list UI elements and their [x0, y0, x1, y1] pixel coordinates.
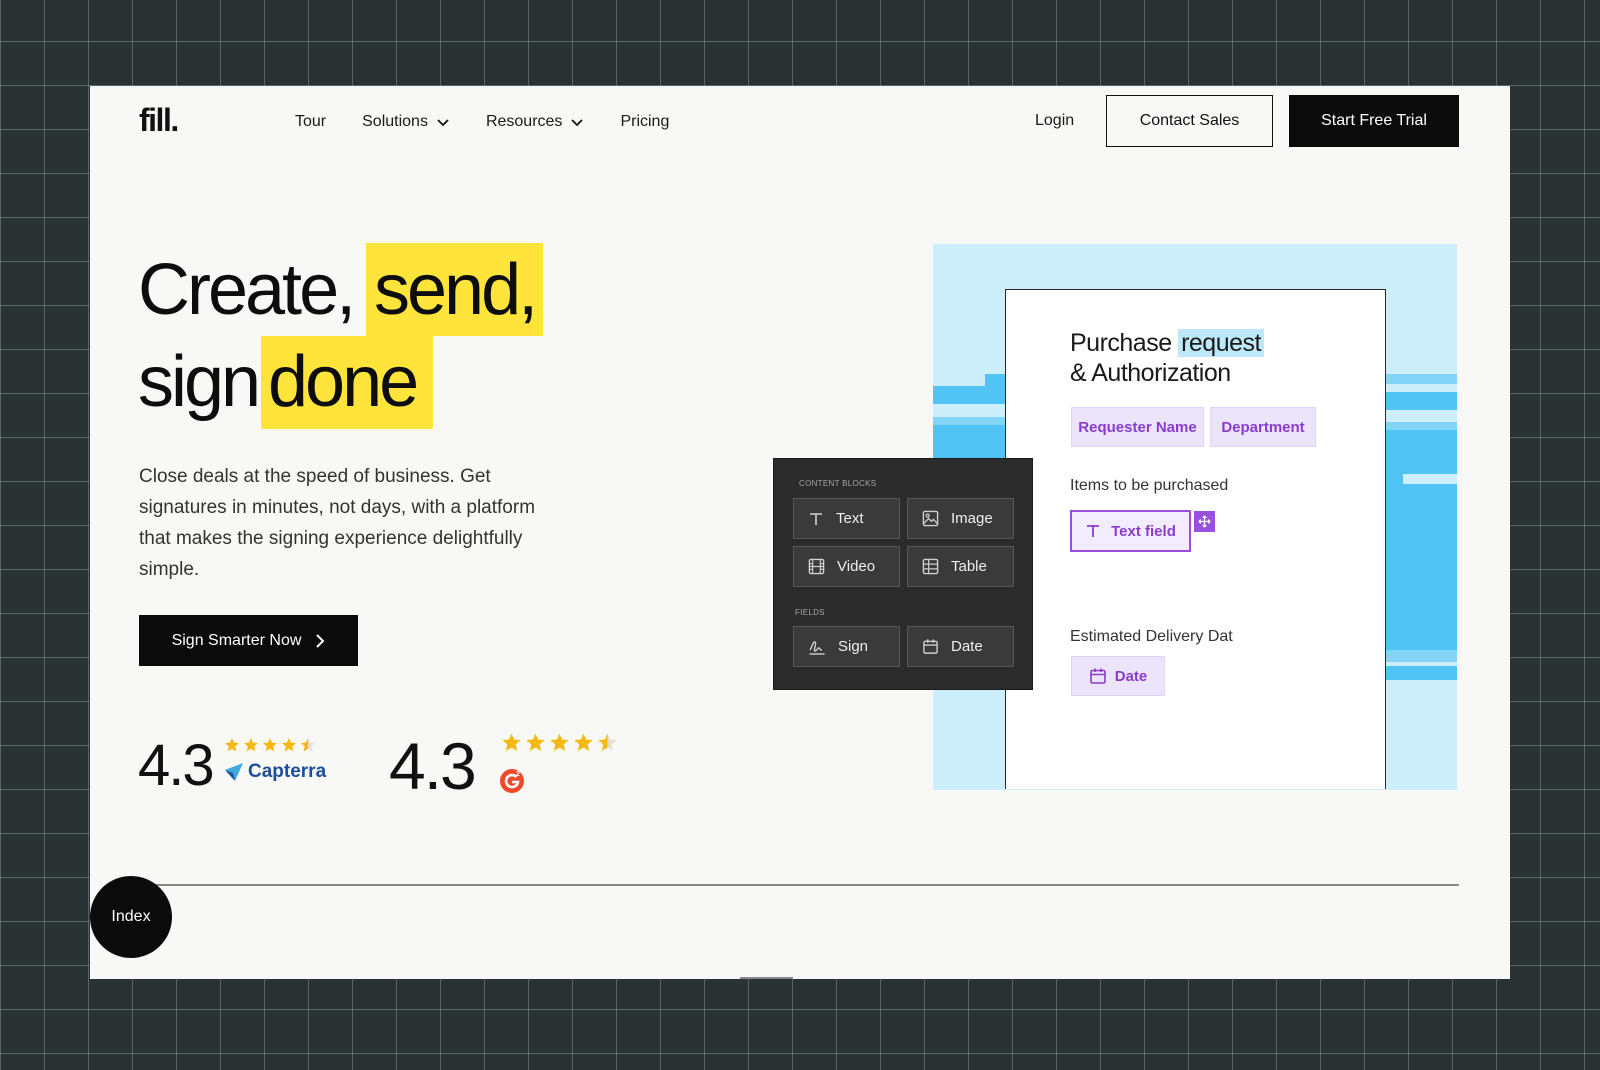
star-icon: [225, 738, 239, 752]
chevron-down-icon: [571, 119, 584, 127]
index-button[interactable]: Index: [90, 876, 172, 958]
chevron-down-icon: [437, 119, 449, 127]
block-table-button[interactable]: Table: [907, 546, 1014, 587]
block-image-label: Image: [951, 510, 993, 527]
nav-resources-label: Resources: [485, 113, 563, 130]
start-free-trial-button[interactable]: Start Free Trial: [1289, 95, 1459, 147]
chevron-right-icon: [316, 633, 325, 648]
field-sign-button[interactable]: Sign: [793, 626, 900, 667]
svg-text:2: 2: [516, 771, 520, 778]
g2-logo-icon: 2: [500, 769, 524, 793]
document-title-highlight: request: [1178, 329, 1264, 357]
nav-tour[interactable]: Tour: [295, 112, 326, 132]
star-half-icon: [301, 738, 315, 752]
star-icon: [526, 733, 545, 751]
text-icon: [810, 512, 822, 525]
hero-description: Close deals at the speed of business. Ge…: [139, 466, 536, 580]
capterra-stars: [224, 737, 316, 753]
block-video-label: Video: [837, 558, 876, 575]
block-video-button[interactable]: Video: [793, 546, 900, 587]
text-icon: [1087, 525, 1100, 537]
date-chip[interactable]: Date: [1071, 656, 1165, 696]
move-icon[interactable]: [1194, 511, 1215, 532]
delivery-date-label: Estimated Delivery Dat: [1070, 628, 1233, 645]
document-title-plain: Purchase: [1070, 329, 1172, 357]
document-title-line2: & Authorization: [1070, 359, 1231, 387]
capterra-score: 4.3: [138, 733, 215, 798]
capterra-logo-icon: [225, 763, 243, 781]
video-icon: [808, 558, 825, 575]
block-image-button[interactable]: Image: [907, 498, 1014, 539]
section-divider: [148, 884, 1459, 886]
decor-stripe: [1403, 474, 1457, 484]
text-field-block[interactable]: Text field: [1070, 510, 1191, 552]
block-text-label: Text: [836, 510, 864, 527]
nav-pricing-label: Pricing: [620, 113, 670, 130]
g2-stars: [501, 732, 618, 753]
capterra-wordmark: Capterra: [248, 761, 327, 782]
document-preview: Purchase request & Authorization Request…: [1005, 289, 1386, 789]
nav-tour-label: Tour: [295, 113, 327, 130]
date-chip-label: Date: [1114, 667, 1148, 685]
field-date-button[interactable]: Date: [907, 626, 1014, 667]
field-date-label: Date: [951, 638, 983, 655]
table-icon: [922, 558, 939, 575]
star-icon: [244, 738, 258, 752]
fields-heading: FIELDS: [795, 608, 825, 617]
content-blocks-heading: CONTENT BLOCKS: [799, 479, 877, 488]
star-icon: [282, 738, 296, 752]
nav-resources[interactable]: Resources: [486, 112, 584, 132]
main-nav: Tour Solutions Resources Pricing: [295, 112, 669, 132]
star-half-icon: [598, 733, 617, 751]
login-link[interactable]: Login: [1035, 112, 1074, 130]
capterra-logo: Capterra: [224, 761, 326, 783]
calendar-icon: [923, 639, 938, 654]
headline-create: Create,: [138, 250, 356, 330]
brand-logo[interactable]: fill.: [139, 102, 179, 139]
nav-solutions-label: Solutions: [362, 113, 428, 130]
page-frame: fill. Tour Solutions Resources Pricing L…: [90, 86, 1510, 979]
nav-solutions[interactable]: Solutions: [362, 112, 450, 132]
contact-sales-button[interactable]: Contact Sales: [1106, 95, 1273, 147]
headline-sign: sign: [138, 342, 261, 422]
sign-smarter-now-button[interactable]: Sign Smarter Now: [139, 615, 358, 666]
nav-pricing[interactable]: Pricing: [620, 112, 669, 132]
text-field-label: Text field: [1111, 522, 1176, 540]
star-icon: [263, 738, 277, 752]
star-icon: [550, 733, 569, 751]
cta-label: Sign Smarter Now: [171, 631, 302, 649]
document-title: Purchase request & Authorization: [1070, 328, 1264, 388]
items-label: Items to be purchased: [1070, 477, 1229, 494]
signature-icon: [809, 640, 825, 655]
star-icon: [502, 733, 521, 751]
requester-name-chip[interactable]: Requester Name: [1071, 407, 1204, 447]
headline-send: send,: [374, 250, 538, 330]
scroll-indicator: [740, 977, 793, 979]
headline-done: done: [268, 342, 419, 422]
content-blocks-panel: CONTENT BLOCKS Text Image Video Table FI…: [773, 458, 1033, 690]
g2-score: 4.3: [389, 729, 477, 803]
star-icon: [574, 733, 593, 751]
block-table-label: Table: [951, 558, 987, 575]
calendar-icon: [1089, 668, 1106, 684]
department-chip[interactable]: Department: [1210, 407, 1316, 447]
block-text-button[interactable]: Text: [793, 498, 900, 539]
field-sign-label: Sign: [838, 638, 869, 655]
image-icon: [922, 510, 939, 527]
